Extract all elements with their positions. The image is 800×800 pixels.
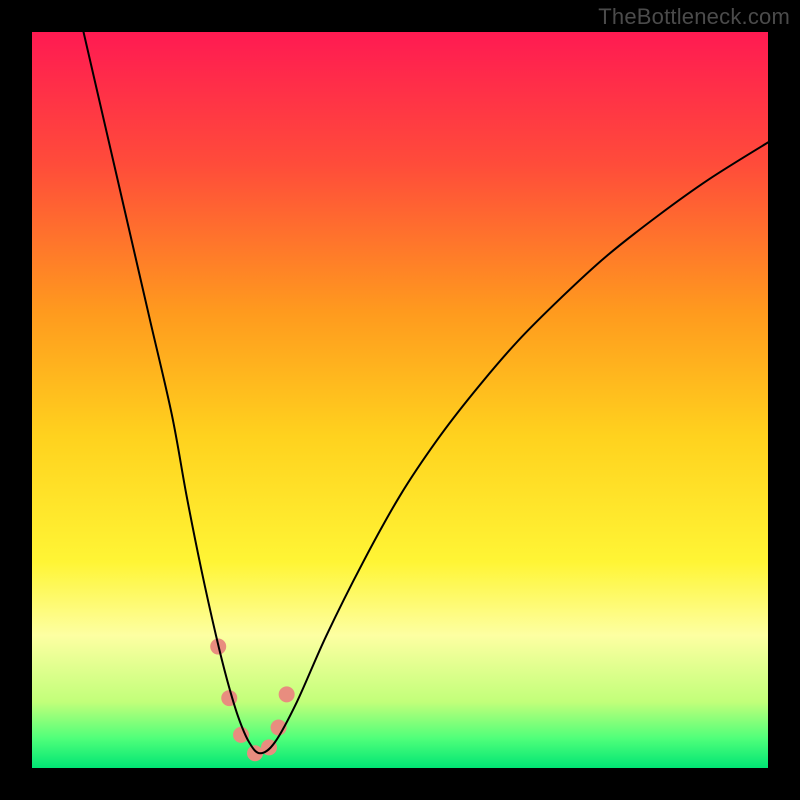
highlight-marker: [233, 727, 249, 743]
plot-area: [32, 32, 768, 768]
gradient-background: [32, 32, 768, 768]
watermark-text: TheBottleneck.com: [598, 4, 790, 30]
highlight-marker: [279, 686, 295, 702]
chart-svg: [32, 32, 768, 768]
chart-frame: TheBottleneck.com: [0, 0, 800, 800]
